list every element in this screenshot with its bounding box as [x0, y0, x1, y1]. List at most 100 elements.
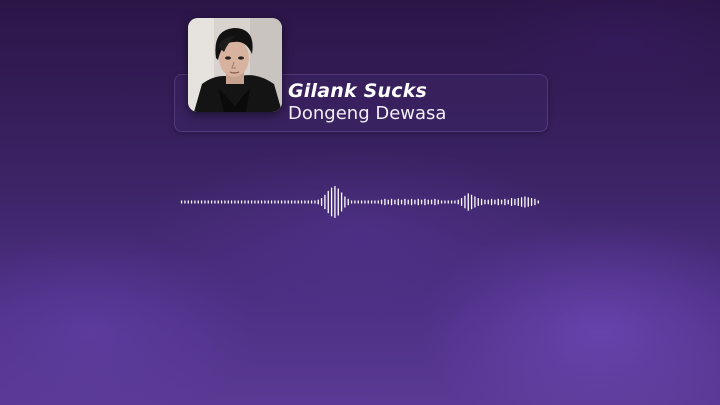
visualizer-bar [377, 200, 379, 204]
visualizer-bar [357, 200, 359, 204]
visualizer-bar [197, 200, 199, 204]
visualizer-bar [517, 198, 519, 206]
visualizer-bar [427, 199, 429, 205]
visualizer-bar [454, 200, 456, 204]
visualizer-bar [417, 198, 419, 206]
visualizer-bar [350, 200, 353, 204]
visualizer-bar [237, 200, 239, 204]
album-art [188, 18, 282, 112]
visualizer-bar [230, 200, 233, 204]
visualizer-bar [414, 199, 416, 205]
visualizer-bar [354, 200, 356, 204]
visualizer-bar [324, 194, 326, 210]
visualizer-bar [397, 198, 399, 206]
visualizer-bar [207, 200, 209, 204]
visualizer-bar [384, 198, 386, 206]
visualizer-bar [467, 193, 469, 211]
visualizer-bar [234, 200, 236, 204]
visualizer-bar [190, 200, 193, 204]
visualizer-bar [394, 199, 396, 205]
visualizer-bar [474, 196, 476, 208]
visualizer-bar [320, 198, 323, 206]
visualizer-bar [257, 200, 259, 204]
visualizer-bar [387, 199, 389, 205]
visualizer-bar [430, 199, 433, 205]
artist-portrait-image [188, 18, 282, 112]
track-title: Gilank Sucks [288, 80, 428, 102]
audio-visualizer [180, 186, 539, 218]
visualizer-bar [337, 188, 339, 216]
visualizer-bar [290, 200, 293, 204]
visualizer-bar [407, 199, 409, 205]
visualizer-bar [224, 200, 226, 204]
visualizer-bar [330, 187, 333, 217]
visualizer-bar [327, 190, 329, 214]
visualizer-bar [524, 196, 526, 208]
visualizer-bar [470, 194, 473, 210]
visualizer-bar [194, 200, 196, 204]
visualizer-bar [487, 199, 489, 205]
visualizer-bar [530, 198, 533, 206]
visualizer-bar [494, 199, 496, 205]
visualizer-bar [344, 196, 346, 208]
visualizer-bar [367, 200, 369, 204]
visualizer-bar [424, 198, 426, 206]
visualizer-bar [484, 199, 486, 205]
visualizer-bar [400, 199, 403, 205]
visualizer-bar [297, 200, 299, 204]
visualizer-bar [264, 200, 266, 204]
visualizer-bar [370, 200, 373, 204]
visualizer-bar [184, 200, 186, 204]
visualizer-bar [490, 198, 493, 206]
visualizer-bar [314, 200, 316, 204]
visualizer-bar [434, 198, 436, 206]
visualizer-bar [537, 200, 539, 204]
visualizer-bar [410, 198, 413, 206]
visualizer-bar [457, 199, 459, 205]
visualizer-bar [227, 200, 229, 204]
visualizer-bar [340, 192, 343, 212]
visualizer-bar [404, 198, 406, 206]
visualizer-bar [250, 200, 253, 204]
visualizer-bar [497, 198, 499, 206]
visualizer-bar [500, 199, 503, 205]
visualizer-bar [447, 200, 449, 204]
visualizer-bar [180, 200, 183, 204]
visualizer-bar [360, 200, 363, 204]
visualizer-bar [420, 199, 423, 205]
visualizer-bar [210, 200, 213, 204]
visualizer-bar [247, 200, 249, 204]
visualizer-bar [444, 200, 446, 204]
visualizer-bar [477, 198, 479, 206]
visualizer-bar [200, 200, 203, 204]
visualizer-bar [374, 200, 376, 204]
visualizer-bar [510, 198, 513, 206]
visualizer-bar [504, 198, 506, 206]
visualizer-bar [507, 199, 509, 205]
visualizer-bar [254, 200, 256, 204]
visualizer-bar [317, 199, 319, 205]
artist-name: Dongeng Dewasa [288, 103, 447, 124]
visualizer-bar [380, 199, 383, 205]
visualizer-bar [270, 200, 273, 204]
visualizer-bar [217, 200, 219, 204]
visualizer-bar [220, 200, 223, 204]
visualizer-bar [440, 200, 443, 204]
visualizer-bar [307, 200, 309, 204]
visualizer-bar [520, 197, 523, 207]
visualizer-bar [187, 200, 189, 204]
visualizer-bar [364, 200, 366, 204]
visualizer-bar [304, 200, 306, 204]
visualizer-bar [480, 198, 483, 206]
visualizer-bar [244, 200, 246, 204]
visualizer-bar [514, 198, 516, 206]
visualizer-bar [534, 198, 536, 206]
visualizer-bar [334, 186, 336, 218]
visualizer-bar [287, 200, 289, 204]
visualizer-bar [310, 200, 313, 204]
visualizer-bar [260, 200, 263, 204]
visualizer-bar [390, 198, 393, 206]
visualizer-bar [464, 195, 466, 209]
visualizer-bar [277, 200, 279, 204]
visualizer-bar [294, 200, 296, 204]
